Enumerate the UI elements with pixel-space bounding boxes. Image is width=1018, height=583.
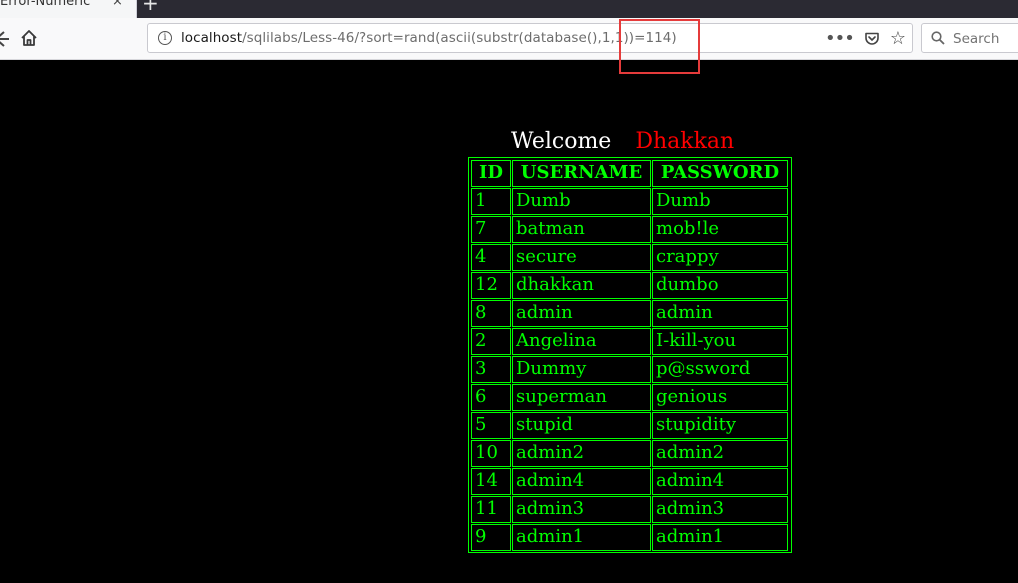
cell-username: Angelina — [512, 328, 651, 355]
cell-id: 8 — [471, 300, 511, 327]
cell-username: admin4 — [512, 468, 651, 495]
cell-password: admin4 — [652, 468, 788, 495]
url-actions: ••• ☆ — [825, 28, 906, 50]
search-bar[interactable]: Search — [921, 23, 1018, 53]
cell-password: crappy — [652, 244, 788, 271]
cell-password: admin1 — [652, 524, 788, 551]
cell-password: stupidity — [652, 412, 788, 439]
cell-password: admin2 — [652, 440, 788, 467]
cell-username: dhakkan — [512, 272, 651, 299]
tab-active[interactable]: Error-Numeric × — [0, 0, 137, 18]
cell-username: superman — [512, 384, 651, 411]
welcome-text: Welcome — [511, 129, 612, 154]
cell-password: mob!le — [652, 216, 788, 243]
header-username: USERNAME — [512, 160, 651, 187]
search-icon — [931, 31, 945, 45]
cell-password: dumbo — [652, 272, 788, 299]
tab-title: Error-Numeric — [0, 0, 91, 9]
cell-id: 5 — [471, 412, 511, 439]
results-table: ID USERNAME PASSWORD 1 Dumb Dumb 7 batman mob!le… — [468, 157, 792, 553]
header-password: PASSWORD — [652, 160, 788, 187]
highlight-box — [619, 19, 700, 74]
cell-id: 4 — [471, 244, 511, 271]
back-icon[interactable] — [0, 29, 10, 49]
cell-password: admin — [652, 300, 788, 327]
cell-username: admin1 — [512, 524, 651, 551]
pocket-icon[interactable] — [864, 31, 880, 47]
cell-username: batman — [512, 216, 651, 243]
tab-strip: Error-Numeric × + — [0, 0, 1018, 18]
cell-username: Dumb — [512, 188, 651, 215]
cell-username: admin2 — [512, 440, 651, 467]
cell-id: 10 — [471, 440, 511, 467]
welcome-heading: Welcome Dhakkan — [511, 129, 734, 154]
cell-username: stupid — [512, 412, 651, 439]
info-icon[interactable]: i — [158, 31, 172, 45]
bookmark-star-icon[interactable]: ☆ — [890, 30, 906, 48]
nav-bar: i localhost/sqlilabs/Less-46/?sort=rand(… — [0, 18, 1018, 60]
cell-id: 14 — [471, 468, 511, 495]
url-path: /sqlilabs/Less-46/?sort=rand(ascii(subst… — [242, 30, 677, 46]
cell-password: Dumb — [652, 188, 788, 215]
cell-id: 9 — [471, 524, 511, 551]
cell-username: Dummy — [512, 356, 651, 383]
close-tab-icon[interactable]: × — [112, 0, 123, 9]
cell-id: 7 — [471, 216, 511, 243]
url-bar[interactable]: i localhost/sqlilabs/Less-46/?sort=rand(… — [147, 23, 913, 53]
search-input[interactable]: Search — [953, 31, 999, 47]
cell-id: 1 — [471, 188, 511, 215]
new-tab-icon[interactable]: + — [142, 0, 159, 15]
cell-id: 2 — [471, 328, 511, 355]
home-icon[interactable] — [20, 29, 38, 47]
welcome-name: Dhakkan — [635, 129, 735, 154]
header-id: ID — [471, 160, 511, 187]
cell-id: 3 — [471, 356, 511, 383]
cell-username: admin3 — [512, 496, 651, 523]
cell-username: admin — [512, 300, 651, 327]
cell-id: 12 — [471, 272, 511, 299]
cell-id: 6 — [471, 384, 511, 411]
url-host: localhost — [181, 30, 243, 46]
cell-password: p@ssword — [652, 356, 788, 383]
cell-password: I-kill-you — [652, 328, 788, 355]
cell-username: secure — [512, 244, 651, 271]
url-text[interactable]: localhost/sqlilabs/Less-46/?sort=rand(as… — [181, 30, 677, 46]
page-actions-icon[interactable]: ••• — [825, 30, 855, 48]
cell-id: 11 — [471, 496, 511, 523]
cell-password: genious — [652, 384, 788, 411]
cell-password: admin3 — [652, 496, 788, 523]
